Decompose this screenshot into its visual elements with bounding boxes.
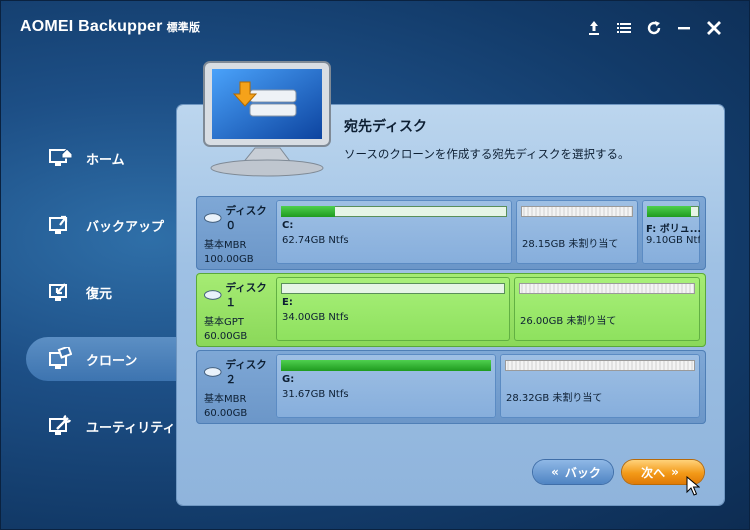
- usage-bar: [505, 360, 695, 371]
- minimize-icon[interactable]: [676, 20, 692, 36]
- sidebar-item-home[interactable]: ホーム: [26, 136, 178, 180]
- disk-name: ディスク１: [225, 282, 267, 309]
- disk-icon: [204, 290, 222, 300]
- disk-row-0[interactable]: ディスク０ 基本MBR 100.00GB C: 62.74GB Ntfs 28.…: [196, 196, 706, 270]
- usage-fill: [647, 206, 692, 217]
- sidebar-item-label: クローン: [86, 353, 138, 369]
- partition-size: 26.00GB 未割り当て: [520, 316, 617, 327]
- app-edition: 標準版: [166, 22, 201, 34]
- restore-icon: [49, 283, 67, 301]
- partition-size: 62.74GB Ntfs: [282, 235, 349, 246]
- partition-label: F: ボリュ...: [646, 224, 700, 235]
- partition-size: 9.10GB Ntfs: [646, 235, 700, 246]
- sidebar-item-restore[interactable]: 復元: [26, 270, 178, 314]
- partition-g[interactable]: G: 31.67GB Ntfs: [276, 354, 496, 418]
- partition-unallocated[interactable]: 28.32GB 未割り当て: [500, 354, 700, 418]
- usage-bar: [521, 206, 633, 217]
- sidebar-item-label: バックアップ: [86, 219, 165, 235]
- app-window: AOMEI Backupper 標準版 ホーム バックアップ 復元 クローン ユ…: [0, 0, 750, 530]
- app-title-text: AOMEI Backupper: [20, 18, 163, 35]
- sidebar-item-clone[interactable]: クローン: [26, 337, 178, 381]
- partition-c[interactable]: C: 62.74GB Ntfs: [276, 200, 512, 264]
- disk-row-1[interactable]: ディスク１ 基本GPT 60.00GB E: 34.00GB Ntfs 26.0…: [196, 273, 706, 347]
- disk-name: ディスク０: [225, 205, 267, 232]
- titlebar-buttons: [586, 20, 722, 36]
- back-button[interactable]: « バック: [533, 460, 613, 484]
- usage-bar: [281, 283, 505, 294]
- partition-size: 28.32GB 未割り当て: [506, 393, 603, 404]
- partition-size: 31.67GB Ntfs: [282, 389, 349, 400]
- disk-icon: [204, 367, 222, 377]
- partition-label: G:: [282, 374, 295, 385]
- sidebar-item-backup[interactable]: バックアップ: [26, 203, 178, 247]
- clone-icon: [49, 347, 72, 369]
- partition-f[interactable]: F: ボリュ... 9.10GB Ntfs: [642, 200, 700, 264]
- sidebar-item-label: ホーム: [86, 152, 125, 168]
- refresh-icon[interactable]: [646, 20, 662, 36]
- partition-label: E:: [282, 297, 293, 308]
- disk-name: ディスク２: [225, 359, 267, 386]
- usage-fill: [281, 206, 336, 217]
- back-button-label: バック: [564, 465, 601, 480]
- page-title: 宛先ディスク: [344, 119, 428, 135]
- app-title: AOMEI Backupper 標準版: [20, 18, 200, 36]
- partition-size: 34.00GB Ntfs: [282, 312, 349, 323]
- partition-label: C:: [282, 220, 294, 231]
- backup-icon: [49, 215, 68, 234]
- home-icon: [49, 148, 72, 166]
- menu-icon[interactable]: [616, 20, 632, 36]
- mouse-cursor-icon: [686, 476, 700, 496]
- partition-unallocated[interactable]: 26.00GB 未割り当て: [514, 277, 700, 341]
- monitor-disk-icon: [203, 61, 331, 177]
- disk-size: 60.00GB: [204, 408, 248, 419]
- chevron-left-icon: «: [551, 465, 559, 479]
- usage-bar: [281, 360, 491, 371]
- close-icon[interactable]: [706, 20, 722, 36]
- utility-icon: [49, 414, 72, 435]
- next-button-label: 次へ: [641, 465, 666, 480]
- sidebar-item-label: 復元: [86, 286, 113, 302]
- partition-unallocated[interactable]: 28.15GB 未割り当て: [516, 200, 638, 264]
- disk-size: 60.00GB: [204, 331, 248, 342]
- usage-bar: [281, 206, 507, 217]
- partition-e[interactable]: E: 34.00GB Ntfs: [276, 277, 510, 341]
- page-description: ソースのクローンを作成する宛先ディスクを選択する。: [344, 147, 630, 161]
- sidebar-item-label: ユーティリティ: [86, 420, 176, 436]
- sidebar-item-utility[interactable]: ユーティリティ: [26, 404, 178, 448]
- chevron-right-icon: »: [671, 465, 679, 479]
- disk-icon: [204, 213, 222, 223]
- disk-info: ディスク０ 基本MBR 100.00GB: [204, 203, 276, 265]
- disk-info: ディスク１ 基本GPT 60.00GB: [204, 280, 276, 342]
- disk-type: 基本GPT: [204, 317, 244, 328]
- disk-info: ディスク２ 基本MBR 60.00GB: [204, 357, 276, 419]
- disk-type: 基本MBR: [204, 394, 247, 405]
- usage-bar: [519, 283, 695, 294]
- upload-icon[interactable]: [586, 20, 602, 36]
- disk-row-2[interactable]: ディスク２ 基本MBR 60.00GB G: 31.67GB Ntfs 28.3…: [196, 350, 706, 424]
- disk-size: 100.00GB: [204, 254, 254, 265]
- usage-bar: [647, 206, 699, 217]
- partition-size: 28.15GB 未割り当て: [522, 239, 619, 250]
- usage-fill: [281, 360, 491, 371]
- disk-type: 基本MBR: [204, 240, 247, 251]
